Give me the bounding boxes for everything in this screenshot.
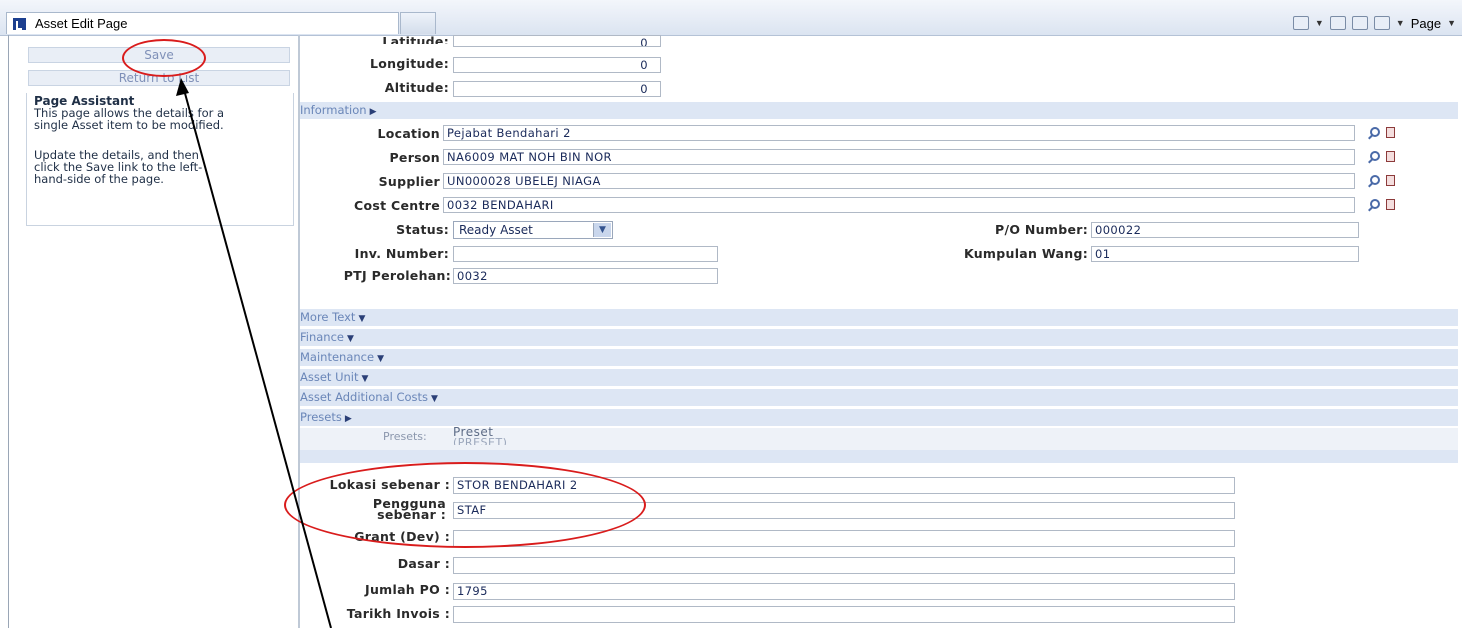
annotation-arrow [176, 78, 332, 628]
arrow-head [176, 78, 189, 96]
arrow-shaft [182, 85, 332, 628]
